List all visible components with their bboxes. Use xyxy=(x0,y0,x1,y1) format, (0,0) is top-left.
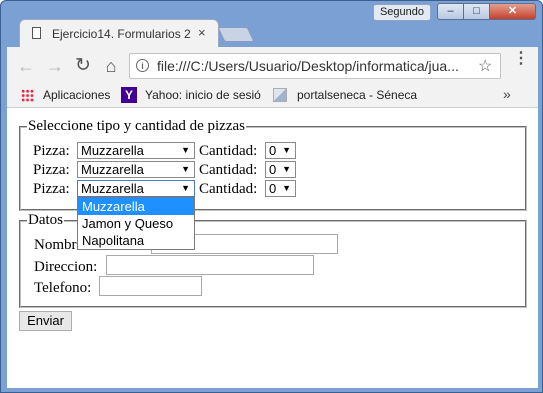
pizzas-legend: Seleccione tipo y cantidad de pizzas xyxy=(28,118,245,134)
dropdown-arrow-icon: ▼ xyxy=(282,164,291,174)
direccion-label: Direccion: xyxy=(34,259,98,275)
pizza-select[interactable]: Muzzarella ▼ xyxy=(77,142,195,159)
dropdown-arrow-icon: ▼ xyxy=(181,145,190,155)
seneca-icon xyxy=(273,88,287,102)
dropdown-arrow-icon: ▼ xyxy=(282,183,291,193)
pizza-select-value: Muzzarella xyxy=(81,143,144,158)
address-bar[interactable]: i file:///C:/Users/Usuario/Desktop/infor… xyxy=(129,53,501,79)
url-text[interactable]: file:///C:/Users/Usuario/Desktop/informa… xyxy=(157,58,467,74)
bookmarks-overflow-icon[interactable]: » xyxy=(503,86,511,102)
pizza-select[interactable]: Muzzarella ▼ xyxy=(77,161,195,178)
telefono-label: Telefono: xyxy=(34,280,92,296)
pizza-label: Pizza: xyxy=(33,162,70,178)
dropdown-arrow-icon: ▼ xyxy=(181,183,190,193)
home-icon[interactable]: ⌂ xyxy=(100,55,122,77)
cantidad-select-value: 0 xyxy=(269,162,277,177)
dropdown-option-jamon-y-queso[interactable]: Jamon y Queso xyxy=(78,215,194,232)
bookmark-portalseneca[interactable]: portalseneca - Séneca xyxy=(297,88,417,102)
telefono-input[interactable] xyxy=(99,276,202,296)
apps-icon[interactable] xyxy=(21,89,34,102)
enviar-button[interactable]: Enviar xyxy=(19,311,72,331)
tab-ejercicio14[interactable]: Ejercicio14. Formularios 2 × xyxy=(19,19,219,47)
dropdown-option-napolitana[interactable]: Napolitana xyxy=(78,232,194,249)
bookmarks-bar: Aplicaciones Y Yahoo: inicio de sesió po… xyxy=(7,85,538,108)
user-profile-badge[interactable]: Segundo xyxy=(373,4,431,21)
cantidad-select[interactable]: 0 ▼ xyxy=(265,142,296,159)
pizza-label: Pizza: xyxy=(33,143,70,159)
title-bar: Segundo – □ ✕ Ejercicio14. Formularios 2… xyxy=(1,1,542,47)
info-icon[interactable]: i xyxy=(136,59,149,72)
cantidad-label: Cantidad: xyxy=(199,181,258,197)
pizza-label: Pizza: xyxy=(33,181,70,197)
pizza-dropdown-list: Muzzarella Jamon y Queso Napolitana xyxy=(77,197,195,250)
bookmark-star-icon[interactable]: ☆ xyxy=(478,56,492,76)
cantidad-select-value: 0 xyxy=(269,143,277,158)
page-content: Seleccione tipo y cantidad de pizzas Piz… xyxy=(7,108,538,388)
dropdown-arrow-icon: ▼ xyxy=(282,145,291,155)
yahoo-icon: Y xyxy=(121,87,137,103)
datos-legend: Datos xyxy=(28,212,63,228)
forward-arrow-icon[interactable]: → xyxy=(44,55,66,77)
tab-close-icon[interactable]: × xyxy=(198,25,206,40)
browser-toolbar: ← → ↻ ⌂ i file:///C:/Users/Usuario/Deskt… xyxy=(7,47,538,85)
cantidad-select[interactable]: 0 ▼ xyxy=(265,161,296,178)
close-window-button[interactable]: ✕ xyxy=(489,3,536,20)
new-tab-button[interactable] xyxy=(217,27,255,42)
browser-window: Segundo – □ ✕ Ejercicio14. Formularios 2… xyxy=(0,0,543,393)
menu-dots-icon[interactable]: ⋮ xyxy=(513,51,529,77)
direccion-input[interactable] xyxy=(106,255,314,275)
tab-title: Ejercicio14. Formularios 2 xyxy=(52,27,191,41)
dropdown-arrow-icon: ▼ xyxy=(181,164,190,174)
cantidad-select-value: 0 xyxy=(269,181,277,196)
maximize-button[interactable]: □ xyxy=(463,3,490,20)
bookmark-yahoo[interactable]: Yahoo: inicio de sesió xyxy=(145,88,261,102)
pizza-select[interactable]: Muzzarella ▼ xyxy=(77,180,195,197)
pizza-select-value: Muzzarella xyxy=(81,181,144,196)
minimize-button[interactable]: – xyxy=(437,3,464,20)
cantidad-label: Cantidad: xyxy=(199,143,258,159)
back-arrow-icon[interactable]: ← xyxy=(15,55,37,77)
document-icon xyxy=(32,27,41,39)
cantidad-label: Cantidad: xyxy=(199,162,258,178)
bookmark-aplicaciones[interactable]: Aplicaciones xyxy=(43,88,110,102)
pizza-select-value: Muzzarella xyxy=(81,162,144,177)
reload-icon[interactable]: ↻ xyxy=(72,55,94,77)
dropdown-option-muzzarella[interactable]: Muzzarella xyxy=(78,198,194,215)
cantidad-select[interactable]: 0 ▼ xyxy=(265,180,296,197)
